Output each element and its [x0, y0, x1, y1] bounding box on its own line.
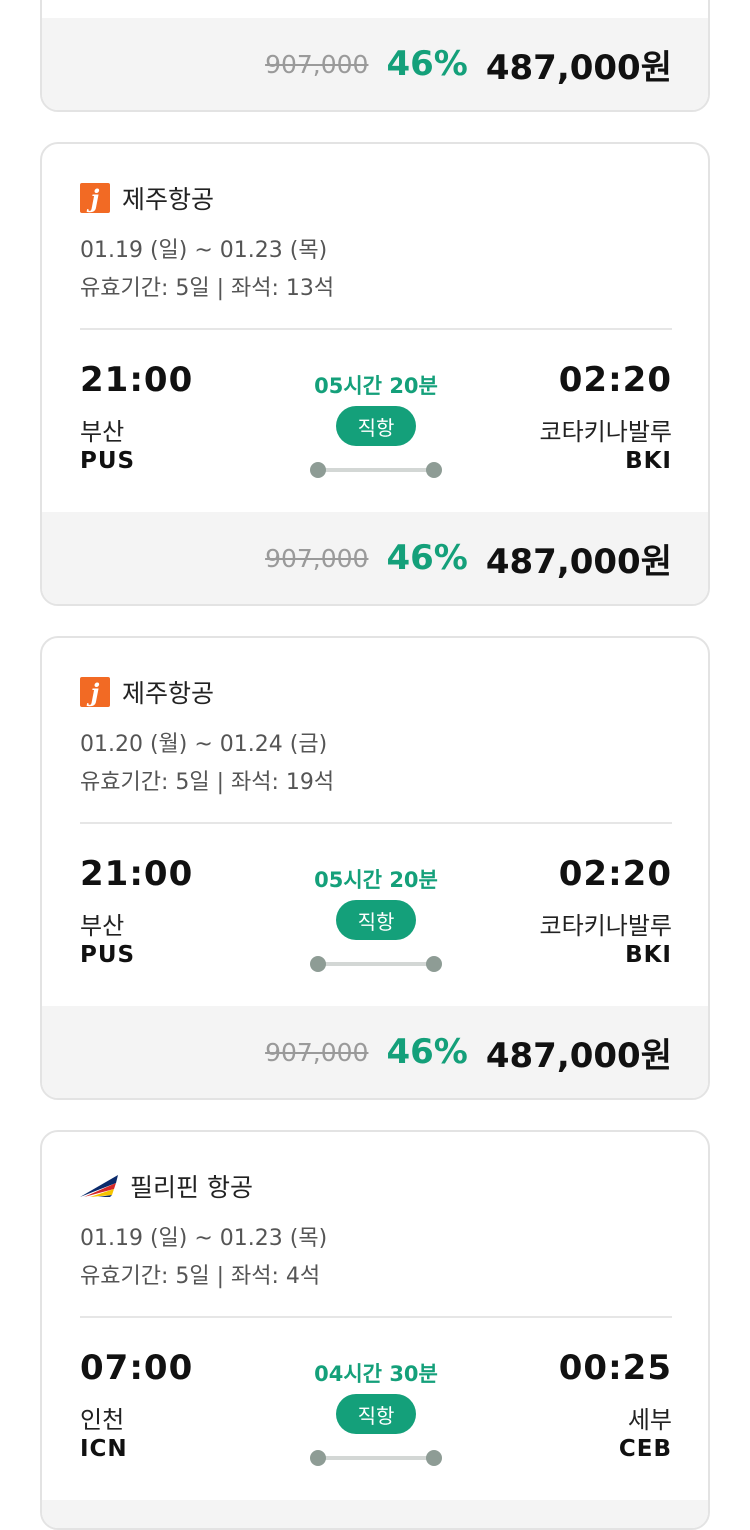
divider — [80, 328, 672, 330]
airline-info: 필리핀 항공 — [80, 1168, 253, 1204]
original-price: 907,000 — [265, 543, 369, 573]
route-line-icon — [310, 1450, 442, 1466]
original-price: 907,000 — [265, 1037, 369, 1067]
arrival-code: CEB — [618, 1436, 672, 1462]
airline-name: 제주항공 — [122, 185, 215, 214]
discount-rate: 46% — [386, 44, 468, 84]
route-line-icon — [310, 462, 442, 478]
original-price: 907,000 — [265, 49, 369, 79]
arrival-time: 02:20 — [558, 854, 672, 894]
divider — [80, 1316, 672, 1318]
travel-dates: 01.19 (일) ~ 01.23 (목) — [80, 1226, 328, 1251]
price-bar: 907,000 46% 487,000원 — [42, 512, 708, 604]
arrival-code: BKI — [625, 448, 672, 474]
route-line-icon — [310, 956, 442, 972]
departure-city: 부산 — [80, 418, 125, 446]
jeju-air-logo-icon: j — [80, 677, 110, 707]
departure-code: PUS — [80, 942, 136, 968]
airline-name: 필리핀 항공 — [130, 1173, 253, 1202]
travel-dates: 01.19 (일) ~ 01.23 (목) — [80, 238, 328, 263]
validity-seats: 유효기간: 5일 | 좌석: 4석 — [80, 1264, 321, 1289]
flight-card[interactable]: j 제주항공 01.19 (일) ~ 01.23 (목) 유효기간: 5일 | … — [40, 142, 710, 606]
arrival-city: 코타키나발루 — [539, 418, 672, 446]
departure-code: ICN — [80, 1436, 128, 1462]
flight-card[interactable]: j 제주항공 01.20 (월) ~ 01.24 (금) 유효기간: 5일 | … — [40, 636, 710, 1100]
arrival-time: 02:20 — [558, 360, 672, 400]
price-bar — [42, 1500, 708, 1528]
direct-flight-badge: 직항 — [336, 406, 416, 446]
departure-code: PUS — [80, 448, 136, 474]
validity-seats: 유효기간: 5일 | 좌석: 19석 — [80, 770, 335, 795]
airline-info: j 제주항공 — [80, 180, 214, 216]
departure-city: 인천 — [80, 1406, 125, 1434]
departure-city: 부산 — [80, 912, 125, 940]
discount-rate: 46% — [386, 1032, 468, 1072]
divider — [80, 822, 672, 824]
validity-seats: 유효기간: 5일 | 좌석: 13석 — [80, 276, 335, 301]
arrival-city: 코타키나발루 — [539, 912, 672, 940]
flight-card[interactable]: 필리핀 항공 01.19 (일) ~ 01.23 (목) 유효기간: 5일 | … — [40, 1130, 710, 1530]
final-price: 487,000원 — [485, 541, 672, 582]
airline-name: 제주항공 — [122, 679, 215, 708]
price-bar: 907,000 46% 487,000원 — [42, 18, 708, 110]
discount-rate: 46% — [386, 538, 468, 578]
direct-flight-badge: 직항 — [336, 900, 416, 940]
price-bar: 907,000 46% 487,000원 — [42, 1006, 708, 1098]
flight-card-partial[interactable]: 907,000 46% 487,000원 — [40, 0, 710, 112]
arrival-code: BKI — [625, 942, 672, 968]
jeju-air-logo-icon: j — [80, 183, 110, 213]
arrival-time: 00:25 — [558, 1348, 672, 1388]
direct-flight-badge: 직항 — [336, 1394, 416, 1434]
airline-info: j 제주항공 — [80, 674, 214, 710]
final-price: 487,000원 — [485, 47, 672, 88]
final-price: 487,000원 — [485, 1035, 672, 1076]
travel-dates: 01.20 (월) ~ 01.24 (금) — [80, 732, 328, 757]
arrival-city: 세부 — [627, 1406, 672, 1434]
philippine-airlines-logo-icon — [80, 1171, 118, 1201]
